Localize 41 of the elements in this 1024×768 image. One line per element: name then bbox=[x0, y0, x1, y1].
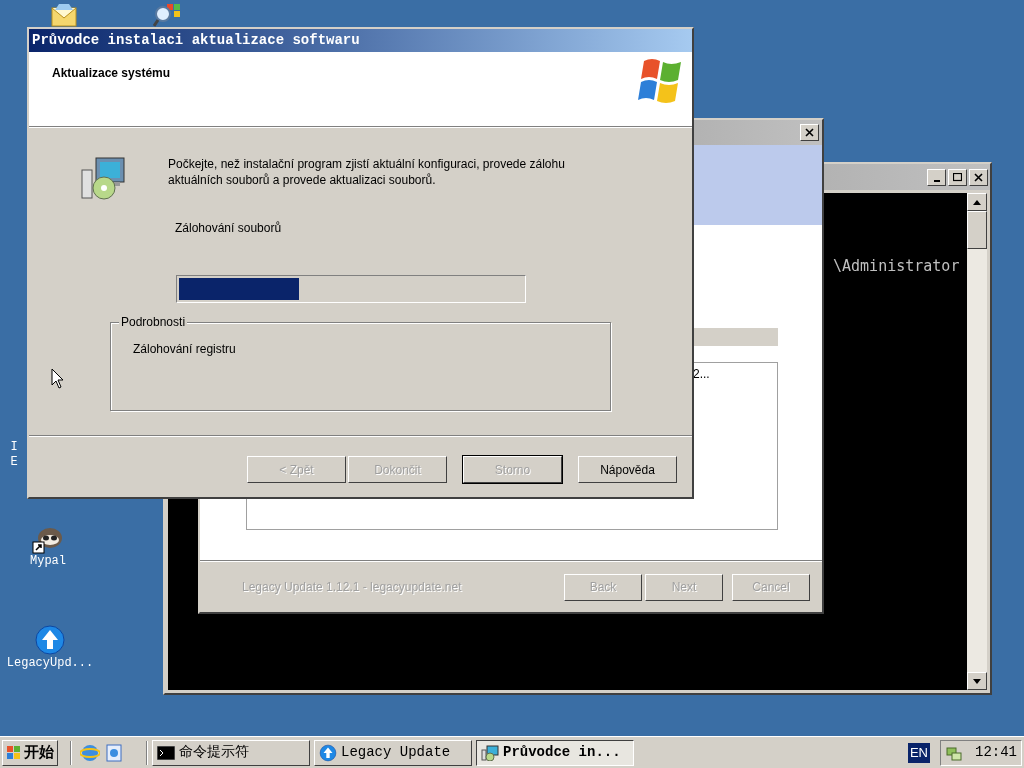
status-text: Zálohování souborů bbox=[175, 220, 283, 237]
scroll-thumb[interactable] bbox=[967, 211, 987, 249]
icon-label: E bbox=[10, 455, 18, 470]
setup-computer-icon bbox=[80, 156, 128, 200]
console-text: \Administrator bbox=[833, 256, 960, 277]
list-text: 2... bbox=[693, 366, 710, 383]
taskbar-button[interactable]: Legacy Update bbox=[314, 739, 472, 766]
maximize-button[interactable] bbox=[948, 168, 967, 186]
icon-label: LegacyUpd... bbox=[6, 656, 94, 671]
taskbar-button[interactable]: Průvodce in... bbox=[476, 739, 634, 766]
scroll-down-icon bbox=[973, 678, 981, 684]
setup-computer-icon bbox=[481, 744, 499, 761]
scroll-up-icon bbox=[973, 199, 981, 205]
start-button[interactable]: 开始 bbox=[2, 739, 58, 766]
upload-globe-icon bbox=[319, 743, 337, 762]
mouse-cursor-icon bbox=[51, 368, 65, 389]
clock: 12:41 bbox=[975, 743, 1017, 762]
minimize-button[interactable] bbox=[927, 168, 946, 186]
upload-globe-icon bbox=[34, 624, 66, 656]
magnifier-icon bbox=[153, 2, 183, 28]
close-icon bbox=[805, 128, 814, 137]
dialog-button[interactable]: Nápověda bbox=[578, 456, 677, 483]
language-indicator[interactable]: EN bbox=[907, 742, 930, 763]
close-button[interactable] bbox=[800, 124, 819, 141]
description-text: Počkejte, než instalační program zjistí aktuální konfiguraci, provede zálohu aktuálních souborů a provede aktualizaci souborů. bbox=[168, 156, 566, 188]
taskbar-button[interactable]: 命令提示符 bbox=[152, 739, 310, 766]
windows-logo bbox=[6, 744, 22, 761]
envelope-icon bbox=[49, 2, 79, 28]
close-icon bbox=[974, 172, 983, 182]
windows-logo bbox=[638, 57, 684, 105]
close-button[interactable] bbox=[969, 168, 988, 186]
icon-label: I bbox=[10, 440, 18, 455]
icon-label: Mypal bbox=[30, 554, 66, 569]
desktop-icon[interactable] bbox=[104, 742, 124, 763]
details-text: Zálohování registru bbox=[133, 341, 236, 358]
console-icon bbox=[157, 745, 175, 760]
maximize-icon bbox=[953, 172, 962, 182]
minimize-icon bbox=[933, 179, 940, 182]
window-title: Průvodce instalaci aktualizace softwaru bbox=[32, 31, 360, 50]
scrollbar[interactable] bbox=[967, 193, 987, 690]
page-heading: Aktualizace systému bbox=[52, 65, 171, 82]
